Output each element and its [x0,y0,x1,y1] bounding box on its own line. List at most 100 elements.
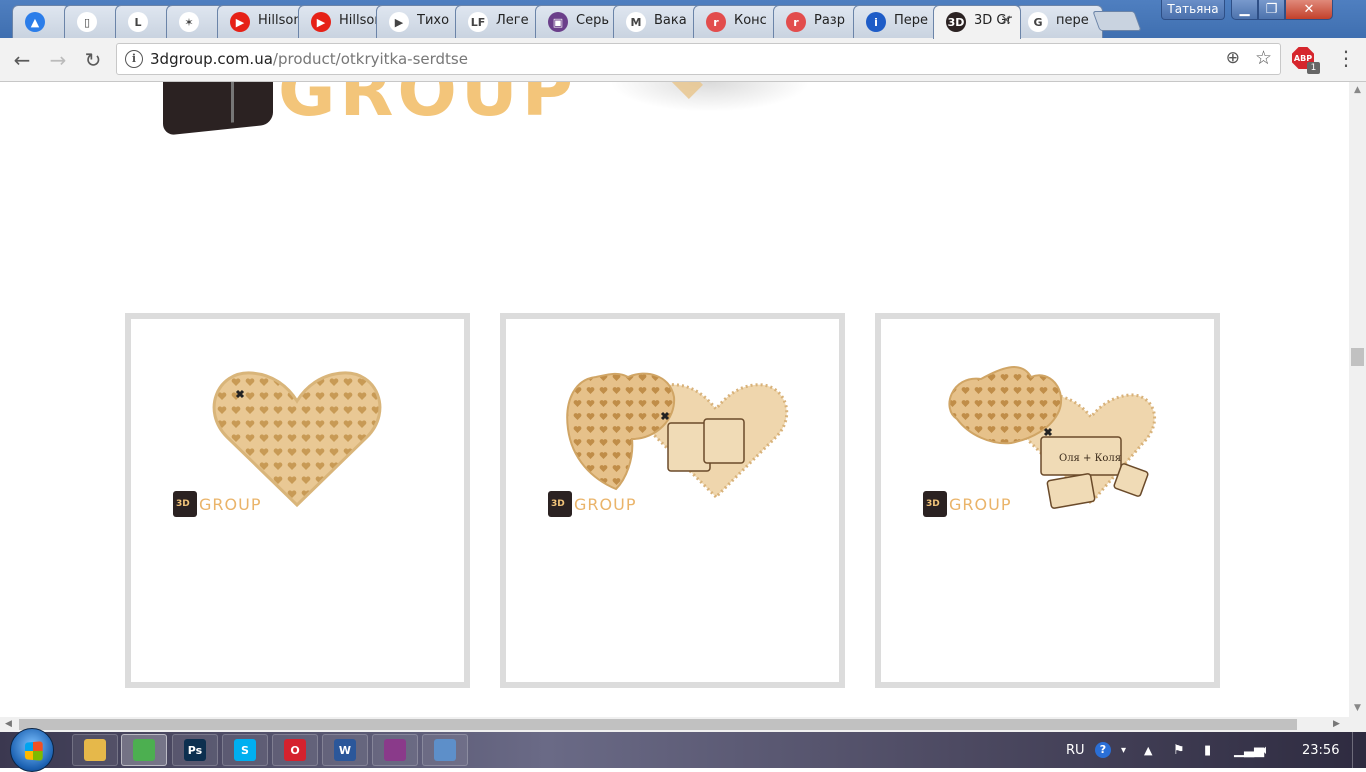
watermark-cube-icon: 3D [923,491,947,517]
vertical-scrollbar[interactable]: ▲ ▼ [1349,82,1366,717]
taskbar-app-window[interactable] [422,734,468,766]
photoshop-icon: Ps [184,739,206,761]
browser-tab[interactable]: M Вака [613,5,701,38]
taskbar-app-word[interactable]: W [322,734,368,766]
window-icon [434,739,456,761]
browser-tab[interactable]: Gпере [1015,5,1103,38]
scroll-right-arrow-icon[interactable]: ▶ [1328,717,1345,732]
product-image-card-2[interactable]: 3D GROUP [500,313,845,688]
minimize-button[interactable]: ▁ [1231,0,1258,20]
power-icon[interactable]: ▮ [1204,732,1211,768]
hole-marker [235,389,245,399]
windows-logo-icon [24,741,43,761]
show-desktop-button[interactable] [1352,732,1366,768]
browser-tab[interactable]: ▶ Тихо [376,5,464,38]
browser-tab[interactable]: r Разр [773,5,861,38]
close-window-button[interactable]: ✕ [1285,0,1333,20]
back-arrow-icon[interactable]: ← [8,46,36,74]
tab-title: Вака [654,13,687,28]
taskbar-app-winrar[interactable] [372,734,418,766]
page-viewport: GROUP 3D GROUP 3D GROUP Оля + Коля 3D GR… [0,82,1349,717]
film-icon: ▣ [548,12,568,32]
watermark-word: GROUP [574,494,637,514]
taskbar-app-chrome[interactable] [121,734,167,766]
explorer-icon [84,739,106,761]
butterfly-icon: ✶ [179,12,199,32]
address-bar[interactable]: i 3dgroup.com.ua/product/otkryitka-serdt… [116,43,1281,75]
watermark-cube-text: 3D [176,499,190,509]
browser-menu-icon[interactable]: ⋮ [1336,48,1356,68]
language-indicator[interactable]: RU [1066,732,1085,768]
profile-button[interactable]: Татьяна [1161,0,1225,20]
watermark-logo: 3D GROUP [173,491,261,517]
tab-close-icon[interactable]: × [1000,12,1012,28]
tab-title: Конс [734,13,767,28]
bookmark-star-icon[interactable]: ☆ [1255,47,1272,69]
adblock-count-badge: 1 [1307,62,1320,74]
play-icon: ▶ [389,12,409,32]
google-icon: G [1028,12,1048,32]
browser-tab[interactable]: ✶ [166,5,224,38]
browser-tab[interactable]: ▣ Серь [535,5,623,38]
front-heart [566,372,676,491]
scroll-left-arrow-icon[interactable]: ◀ [0,717,17,732]
opera-icon: O [284,739,306,761]
volume-icon[interactable]: 🔈︎ [1262,732,1270,768]
scroll-up-arrow-icon[interactable]: ▲ [1349,82,1366,99]
browser-tab[interactable]: L [115,5,173,38]
tab-title: Леге [496,13,529,28]
start-button[interactable] [10,728,54,772]
windows-taskbar: Ps S O W RU ? ▾ ▲ ⚑ ▮ ▁▃▅ 🔈︎ 23:56 [0,728,1366,772]
taskbar-app-photoshop[interactable]: Ps [172,734,218,766]
product-image-card-1[interactable]: 3D GROUP [125,313,470,688]
browser-tab[interactable]: r Конс [693,5,781,38]
tray-expand-icon[interactable]: ▲ [1144,732,1152,768]
browser-tab[interactable]: i Пере [853,5,941,38]
gmail-icon: M [626,12,646,32]
3d-group-icon: 3D [946,12,966,32]
browser-tab[interactable]: ▯ [64,5,122,38]
site-logo-cube[interactable] [163,82,273,136]
youtube-icon: ▶ [230,12,250,32]
help-icon[interactable]: ? [1095,732,1111,768]
puzzle-engraving: Оля + Коля [1059,453,1121,464]
keyboard-options-icon[interactable]: ▾ [1121,732,1126,768]
r-circle-icon: r [706,12,726,32]
tab-title: Пере [894,13,929,28]
horizontal-scrollbar[interactable]: ◀ ▶ [0,717,1349,732]
window-controls: ▁ ❐ ✕ [1231,0,1333,20]
fire-icon: ▲ [25,12,45,32]
chrome-icon [133,739,155,761]
new-tab-button[interactable] [1092,11,1142,31]
watermark-logo: 3D GROUP [923,491,1011,517]
horizontal-scroll-thumb[interactable] [19,719,1297,730]
url-text[interactable]: 3dgroup.com.ua/product/otkryitka-serdtse [150,50,468,68]
vertical-scroll-thumb[interactable] [1351,348,1364,366]
tab-title: Разр [814,13,845,28]
taskbar-app-explorer[interactable] [72,734,118,766]
browser-tab[interactable]: LF Леге [455,5,543,38]
logo-grid-line [231,82,234,123]
site-info-icon[interactable]: i [125,50,143,68]
word-icon: W [334,739,356,761]
browser-tab[interactable]: 3D 3D Gr × [933,5,1021,39]
taskbar-app-skype[interactable]: S [222,734,268,766]
browser-tab[interactable]: ▶ Hillsong [217,5,305,38]
zoom-icon[interactable]: ⊕ [1226,48,1240,68]
script-l-icon: L [128,12,148,32]
watermark-word: GROUP [949,494,1012,514]
forward-arrow-icon[interactable]: → [44,46,72,74]
browser-tab[interactable]: ▲ [12,5,70,38]
clock[interactable]: 23:56 [1302,732,1339,768]
network-icon[interactable]: ▁▃▅ [1234,732,1264,768]
site-logo-text[interactable]: GROUP [278,82,577,132]
restore-button[interactable]: ❐ [1258,0,1285,20]
info-i-icon: i [866,12,886,32]
taskbar-app-opera[interactable]: O [272,734,318,766]
tab-title: Тихо [417,13,450,28]
scroll-down-arrow-icon[interactable]: ▼ [1349,700,1366,717]
product-image-card-3[interactable]: Оля + Коля 3D GROUP [875,313,1220,688]
action-center-icon[interactable]: ⚑ [1173,732,1185,768]
reload-icon[interactable]: ↻ [79,46,107,74]
browser-tab[interactable]: ▶ Hillsong [298,5,386,38]
